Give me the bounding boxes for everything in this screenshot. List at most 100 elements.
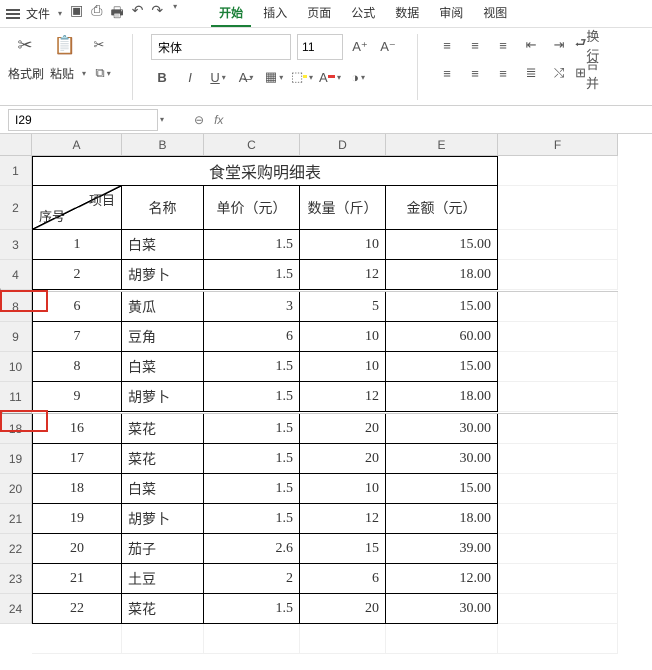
chevron-down-icon[interactable]: ▾ [160,115,164,124]
cell[interactable]: 30.00 [386,444,498,474]
row-head-1[interactable]: 1 [0,156,32,186]
tab-page[interactable]: 页面 [299,0,339,27]
cell[interactable] [498,156,618,186]
col-head-F[interactable]: F [498,134,618,156]
chevron-down-icon[interactable]: ▾ [173,2,177,26]
font-select[interactable] [151,34,291,60]
align-center-icon[interactable]: ≡ [464,62,486,84]
orientation-icon[interactable]: ⤭ [548,62,570,84]
align-top-icon[interactable]: ≡ [436,34,458,56]
col-head-E[interactable]: E [386,134,498,156]
cell[interactable]: 8 [32,352,122,382]
cell[interactable]: 15 [300,534,386,564]
chevron-down-icon[interactable]: ▾ [58,9,62,18]
cell[interactable]: 茄子 [122,534,204,564]
cell[interactable]: 白菜 [122,230,204,260]
row-head-10[interactable]: 10 [0,352,32,382]
cell[interactable]: 12 [300,260,386,290]
row-head-23[interactable]: 23 [0,564,32,594]
cell[interactable]: 15.00 [386,474,498,504]
cell[interactable]: 1 [32,230,122,260]
cell[interactable]: 12.00 [386,564,498,594]
cell[interactable]: 15.00 [386,292,498,322]
cell[interactable]: 1.5 [204,594,300,624]
cell[interactable] [122,624,204,654]
print-icon[interactable]: 🖶 [110,2,123,26]
spreadsheet-grid[interactable]: ABCDEF 123489101118192021222324 食堂采购明细表项… [0,134,652,670]
tab-data[interactable]: 数据 [387,0,427,27]
cell[interactable] [300,624,386,654]
cell[interactable]: 1.5 [204,444,300,474]
cell[interactable]: 12 [300,382,386,412]
cell[interactable] [498,382,618,412]
decrease-font-icon[interactable]: A⁻ [377,36,399,58]
col-head-C[interactable]: C [204,134,300,156]
table-header[interactable]: 金额（元） [386,186,498,230]
row-head-24[interactable]: 24 [0,594,32,624]
row-head-4[interactable]: 4 [0,260,32,290]
cell[interactable]: 6 [204,322,300,352]
cell[interactable]: 白菜 [122,474,204,504]
cell[interactable]: 豆角 [122,322,204,352]
cell[interactable] [498,504,618,534]
tab-review[interactable]: 审阅 [431,0,471,27]
cell[interactable] [498,624,618,654]
cell[interactable]: 18.00 [386,260,498,290]
row-head-2[interactable]: 2 [0,186,32,230]
align-bottom-icon[interactable]: ≡ [492,34,514,56]
row-head-19[interactable]: 19 [0,444,32,474]
paint-icon[interactable]: ◑▾ [347,66,369,88]
cell[interactable]: 1.5 [204,260,300,290]
print-preview-icon[interactable]: ⎙ [91,2,102,26]
col-head-A[interactable]: A [32,134,122,156]
table-title[interactable]: 食堂采购明细表 [32,156,498,186]
row-head-21[interactable]: 21 [0,504,32,534]
cell[interactable] [498,564,618,594]
cell[interactable]: 黄瓜 [122,292,204,322]
cell[interactable]: 17 [32,444,122,474]
cell[interactable]: 18.00 [386,504,498,534]
file-menu[interactable]: 文件 [26,5,50,22]
strikethrough-icon[interactable]: A̶▾ [235,66,257,88]
cell[interactable]: 18 [32,474,122,504]
italic-icon[interactable]: I [179,66,201,88]
cell[interactable]: 22 [32,594,122,624]
cell[interactable]: 3 [204,292,300,322]
cell[interactable]: 10 [300,322,386,352]
cell[interactable]: 6 [300,564,386,594]
cell[interactable]: 2.6 [204,534,300,564]
menu-icon[interactable] [6,9,20,19]
cell[interactable]: 15.00 [386,352,498,382]
cell[interactable] [498,260,618,290]
save-icon[interactable]: ▣ [70,2,83,26]
cell[interactable]: 土豆 [122,564,204,594]
format-painter-button[interactable]: ✂ [8,35,42,56]
cell[interactable]: 10 [300,230,386,260]
cell[interactable]: 19 [32,504,122,534]
cell[interactable]: 1.5 [204,230,300,260]
redo-icon[interactable]: ↷ [151,2,163,26]
row-head-3[interactable]: 3 [0,230,32,260]
border-icon[interactable]: ▦▾ [263,66,285,88]
cell[interactable]: 10 [300,352,386,382]
table-corner-header[interactable]: 项目序号 [32,186,122,230]
cell[interactable]: 2 [32,260,122,290]
cell[interactable] [498,414,618,444]
justify-icon[interactable]: ≣ [520,62,542,84]
font-color-icon[interactable]: A▾ [319,66,341,88]
tab-insert[interactable]: 插入 [255,0,295,27]
tab-formula[interactable]: 公式 [343,0,383,27]
cell[interactable]: 20 [300,594,386,624]
name-box[interactable] [8,109,158,131]
cut-icon[interactable]: ✂ [88,34,110,56]
cell[interactable] [32,624,122,654]
cell[interactable] [498,474,618,504]
cell[interactable]: 18.00 [386,382,498,412]
cell[interactable]: 12 [300,504,386,534]
cell[interactable]: 9 [32,382,122,412]
cell[interactable]: 1.5 [204,382,300,412]
col-head-B[interactable]: B [122,134,204,156]
cell[interactable] [498,322,618,352]
merge-button[interactable]: ⊞ 合并 [576,62,598,84]
cell[interactable]: 20 [300,444,386,474]
